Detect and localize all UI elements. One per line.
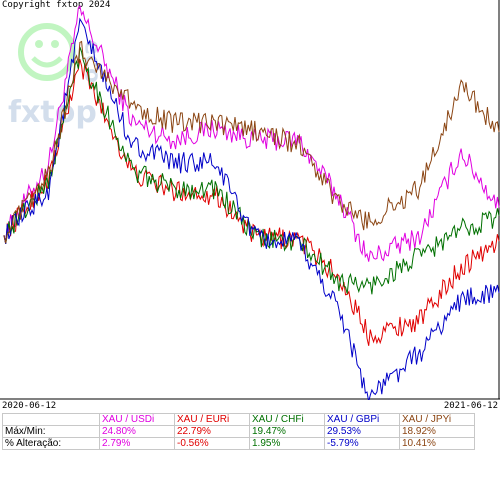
change-jpy: 10.41% [399,437,475,450]
change-row: % Alteração: 2.79% -0.56% 1.95% -5.79% 1… [2,437,475,450]
maxmin-jpy: 18.92% [399,425,475,438]
series-line-xau-usdi [3,4,500,262]
series-line-xau-gbpi [3,17,500,400]
maxmin-row: Máx/Min: 24.80% 22.79% 19.47% 29.53% 18.… [2,425,475,438]
line-chart: eco fxtop [0,0,500,400]
change-usd: 2.79% [99,437,175,450]
maxmin-gbp: 29.53% [324,425,400,438]
maxmin-label: Máx/Min: [2,425,100,438]
header-empty-cell [2,413,100,426]
change-label: % Alteração: [2,437,100,450]
smiley-logo-icon [18,23,76,81]
table-header-row: XAU / USDi XAU / EURi XAU / CHFi XAU / G… [2,413,475,426]
series-line-xau-chfi [3,46,500,295]
change-gbp: -5.79% [324,437,400,450]
header-gbp: XAU / GBPi [324,413,400,426]
header-usd: XAU / USDi [99,413,175,426]
maxmin-usd: 24.80% [99,425,175,438]
x-axis-start-label: 2020-06-12 [2,401,57,411]
series-line-xau-jpyi [3,40,500,244]
x-axis-end-label: 2021-06-12 [443,401,498,411]
header-chf: XAU / CHFi [249,413,325,426]
series-layer [3,4,500,400]
change-chf: 1.95% [249,437,325,450]
change-eur: -0.56% [174,437,250,450]
header-eur: XAU / EURi [174,413,250,426]
maxmin-eur: 22.79% [174,425,250,438]
maxmin-chf: 19.47% [249,425,325,438]
header-jpy: XAU / JPYi [399,413,475,426]
stats-table: XAU / USDi XAU / EURi XAU / CHFi XAU / G… [2,413,475,450]
logo-text: fxtop [8,95,97,130]
